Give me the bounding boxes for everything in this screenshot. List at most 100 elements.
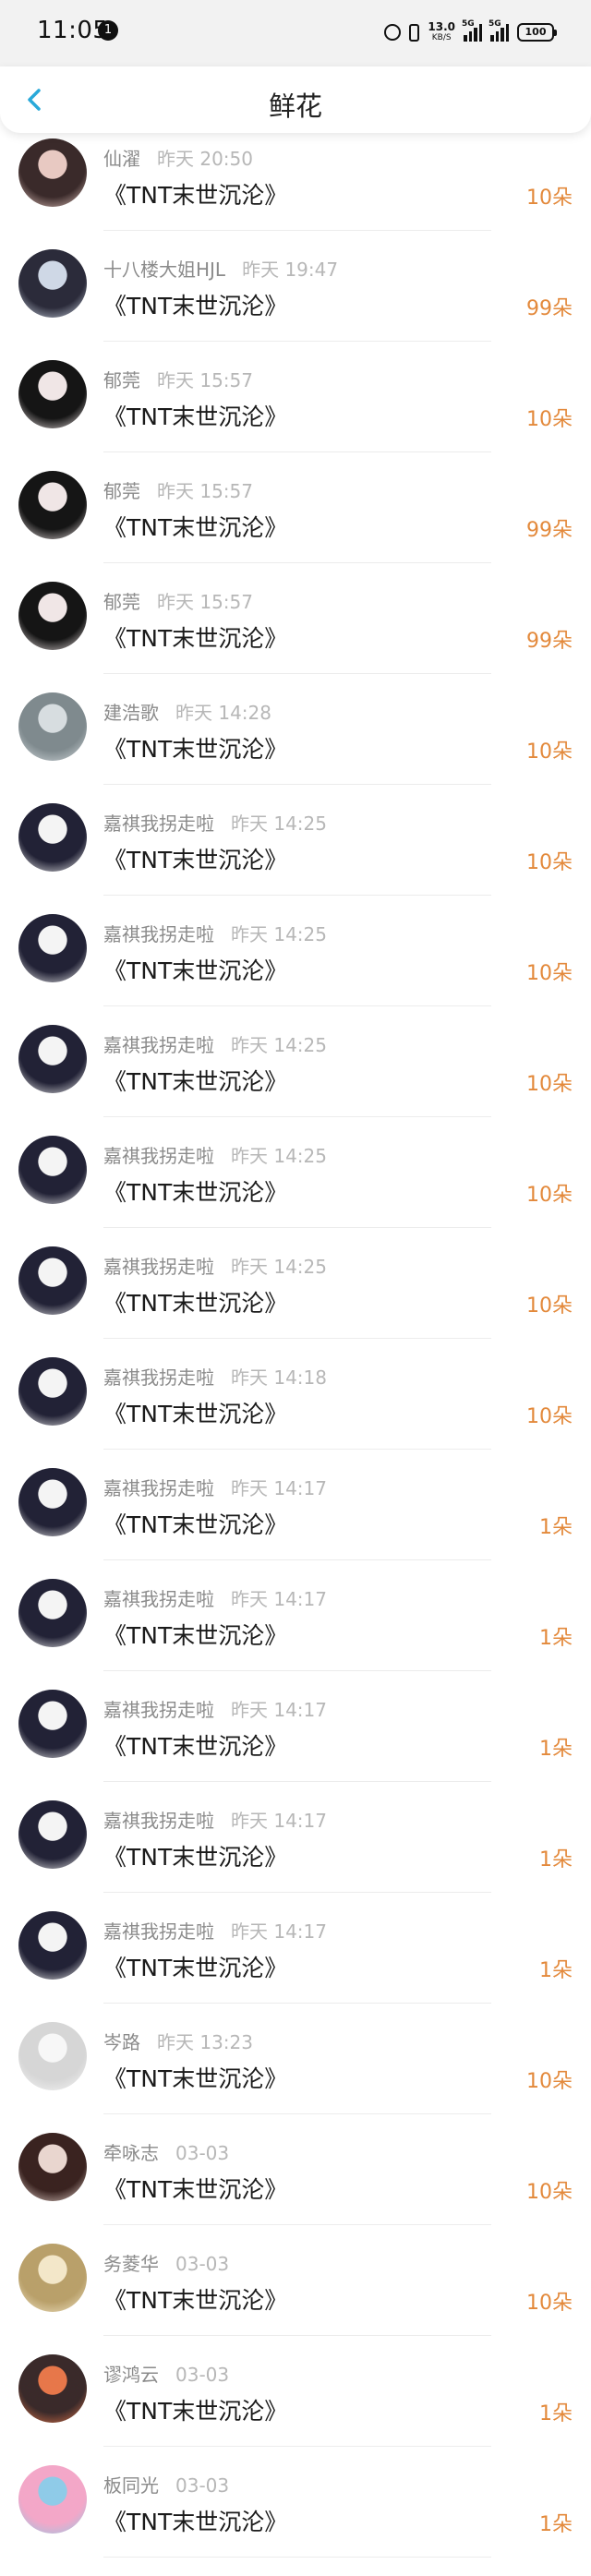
book-title[interactable]: 《TNT末世沉沦》 <box>103 399 287 432</box>
sender-name: 嘉祺我拐走啦 昨天 14:17 <box>103 1695 327 1722</box>
book-title[interactable]: 《TNT末世沉沦》 <box>103 2282 287 2316</box>
sender-name-text: 建浩歌 <box>103 702 159 724</box>
divider <box>103 1227 491 1228</box>
list-item[interactable]: 牵咏志 03-03 《TNT末世沉沦》 10朵 <box>0 2133 591 2244</box>
list-item[interactable]: 嘉祺我拐走啦 昨天 14:17 《TNT末世沉沦》 1朵 <box>0 1690 591 1800</box>
notification-badge-icon: 1 <box>98 20 118 41</box>
divider <box>103 2003 491 2004</box>
send-time: 昨天 14:17 <box>231 1477 327 1499</box>
avatar[interactable] <box>18 914 87 982</box>
flower-count: 1朵 <box>539 2513 573 2536</box>
list-item[interactable]: 嘉祺我拐走啦 昨天 14:25 《TNT末世沉沦》 10朵 <box>0 914 591 1025</box>
status-bar: 11:05 1 13.0 KB/S 5G 5G 100 <box>0 0 591 66</box>
flower-gift-list: 仙濯 昨天 20:50 《TNT末世沉沦》 10朵 十八楼大姐HJL 昨天 19:47 《T… <box>0 138 591 2576</box>
list-item[interactable]: 嘉祺我拐走啦 昨天 14:17 《TNT末世沉沦》 1朵 <box>0 1911 591 2022</box>
avatar[interactable] <box>18 2354 87 2423</box>
book-title[interactable]: 《TNT末世沉沦》 <box>103 177 287 211</box>
book-title[interactable]: 《TNT末世沉沦》 <box>103 2504 287 2537</box>
avatar[interactable] <box>18 2022 87 2090</box>
list-item[interactable]: 务菱华 03-03 《TNT末世沉沦》 10朵 <box>0 2244 591 2354</box>
list-item[interactable]: 郁莞 昨天 15:57 《TNT末世沉沦》 10朵 <box>0 360 591 471</box>
book-title[interactable]: 《TNT末世沉沦》 <box>103 842 287 875</box>
divider <box>103 2113 491 2114</box>
avatar[interactable] <box>18 1136 87 1204</box>
book-title[interactable]: 《TNT末世沉沦》 <box>103 2061 287 2094</box>
divider <box>103 2335 491 2336</box>
sender-name: 郁莞 昨天 15:57 <box>103 476 253 503</box>
sender-name: 嘉祺我拐走啦 昨天 14:25 <box>103 809 327 836</box>
book-title[interactable]: 《TNT末世沉沦》 <box>103 1728 287 1762</box>
flower-count: 10朵 <box>526 187 573 210</box>
flower-count: 99朵 <box>526 630 573 653</box>
book-title[interactable]: 《TNT末世沉沦》 <box>103 1950 287 1983</box>
list-item[interactable]: 仙濯 昨天 20:50 《TNT末世沉沦》 10朵 <box>0 138 591 249</box>
avatar[interactable] <box>18 1025 87 1093</box>
sender-name-text: 板同光 <box>103 2474 159 2497</box>
sender-name: 谬鸿云 03-03 <box>103 2360 229 2387</box>
list-item[interactable]: 郁莞 昨天 15:57 《TNT末世沉沦》 99朵 <box>0 582 591 692</box>
avatar[interactable] <box>18 138 87 207</box>
send-time: 昨天 14:17 <box>231 1810 327 1832</box>
book-title[interactable]: 《TNT末世沉沦》 <box>103 510 287 543</box>
book-title[interactable]: 《TNT末世沉沦》 <box>103 1839 287 1872</box>
avatar[interactable] <box>18 1246 87 1315</box>
avatar[interactable] <box>18 2465 87 2534</box>
book-title[interactable]: 《TNT末世沉沦》 <box>103 2393 287 2426</box>
book-title[interactable]: 《TNT末世沉沦》 <box>103 731 287 764</box>
list-item[interactable]: 嘉祺我拐走啦 昨天 14:25 《TNT末世沉沦》 10朵 <box>0 1246 591 1357</box>
book-title[interactable]: 《TNT末世沉沦》 <box>103 1507 287 1540</box>
list-item[interactable]: 建浩歌 昨天 14:28 《TNT末世沉沦》 10朵 <box>0 692 591 803</box>
list-item[interactable]: 谬鸿云 03-03 《TNT末世沉沦》 1朵 <box>0 2354 591 2465</box>
avatar[interactable] <box>18 2133 87 2201</box>
send-time: 03-03 <box>175 2253 230 2275</box>
avatar[interactable] <box>18 1468 87 1536</box>
avatar[interactable] <box>18 360 87 428</box>
list-item[interactable]: 岑路 昨天 13:23 《TNT末世沉沦》 10朵 <box>0 2022 591 2133</box>
book-title[interactable]: 《TNT末世沉沦》 <box>103 1174 287 1208</box>
flower-count: 10朵 <box>526 1294 573 1318</box>
sender-name-text: 郁莞 <box>103 369 140 391</box>
avatar[interactable] <box>18 2244 87 2312</box>
book-title[interactable]: 《TNT末世沉沦》 <box>103 1618 287 1651</box>
list-item[interactable]: 板同光 03-03 《TNT末世沉沦》 1朵 <box>0 2465 591 2576</box>
book-title[interactable]: 《TNT末世沉沦》 <box>103 953 287 986</box>
book-title[interactable]: 《TNT末世沉沦》 <box>103 1285 287 1318</box>
list-item[interactable]: 嘉祺我拐走啦 昨天 14:17 《TNT末世沉沦》 1朵 <box>0 1468 591 1579</box>
flower-count: 10朵 <box>526 740 573 764</box>
avatar[interactable] <box>18 803 87 872</box>
sender-name-text: 嘉祺我拐走啦 <box>103 813 214 835</box>
network-speed-unit: KB/S <box>431 33 452 42</box>
avatar[interactable] <box>18 1800 87 1869</box>
avatar[interactable] <box>18 1357 87 1426</box>
book-title[interactable]: 《TNT末世沉沦》 <box>103 1396 287 1429</box>
list-item[interactable]: 嘉祺我拐走啦 昨天 14:25 《TNT末世沉沦》 10朵 <box>0 1136 591 1246</box>
sender-name-text: 嘉祺我拐走啦 <box>103 1145 214 1167</box>
avatar[interactable] <box>18 582 87 650</box>
list-item[interactable]: 郁莞 昨天 15:57 《TNT末世沉沦》 99朵 <box>0 471 591 582</box>
avatar[interactable] <box>18 1579 87 1647</box>
sender-name-text: 嘉祺我拐走啦 <box>103 1256 214 1278</box>
avatar[interactable] <box>18 1911 87 1980</box>
avatar[interactable] <box>18 692 87 761</box>
list-item[interactable]: 嘉祺我拐走啦 昨天 14:17 《TNT末世沉沦》 1朵 <box>0 1579 591 1690</box>
avatar[interactable] <box>18 1690 87 1758</box>
divider <box>103 784 491 785</box>
list-item[interactable]: 嘉祺我拐走啦 昨天 14:18 《TNT末世沉沦》 10朵 <box>0 1357 591 1468</box>
list-item[interactable]: 十八楼大姐HJL 昨天 19:47 《TNT末世沉沦》 99朵 <box>0 249 591 360</box>
sender-name: 仙濯 昨天 20:50 <box>103 144 253 171</box>
avatar[interactable] <box>18 471 87 539</box>
avatar[interactable] <box>18 249 87 318</box>
book-title[interactable]: 《TNT末世沉沦》 <box>103 1064 287 1097</box>
divider <box>103 2557 491 2558</box>
list-item[interactable]: 嘉祺我拐走啦 昨天 14:25 《TNT末世沉沦》 10朵 <box>0 803 591 914</box>
send-time: 昨天 14:28 <box>175 702 271 724</box>
book-title[interactable]: 《TNT末世沉沦》 <box>103 620 287 654</box>
list-item[interactable]: 嘉祺我拐走啦 昨天 14:25 《TNT末世沉沦》 10朵 <box>0 1025 591 1136</box>
book-title[interactable]: 《TNT末世沉沦》 <box>103 288 287 321</box>
send-time: 昨天 14:17 <box>231 1699 327 1721</box>
send-time: 昨天 14:25 <box>231 1256 327 1278</box>
book-title[interactable]: 《TNT末世沉沦》 <box>103 2172 287 2205</box>
flower-count: 1朵 <box>539 1516 573 1539</box>
list-item[interactable]: 嘉祺我拐走啦 昨天 14:17 《TNT末世沉沦》 1朵 <box>0 1800 591 1911</box>
divider <box>103 2446 491 2447</box>
